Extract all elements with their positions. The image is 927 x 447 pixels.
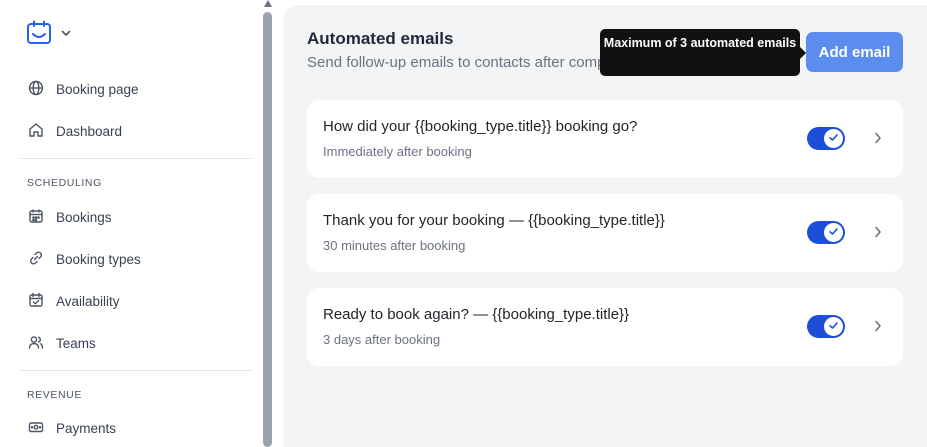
chevron-right-icon[interactable] <box>873 225 883 244</box>
calendar-check-icon <box>28 292 44 311</box>
sidebar-item-teams[interactable]: Teams <box>20 326 252 360</box>
sidebar-item-label: Teams <box>56 335 96 351</box>
email-card[interactable]: How did your {{booking_type.title}} book… <box>307 100 903 178</box>
toggle-knob <box>824 223 843 242</box>
link-icon <box>28 250 44 269</box>
workspace-switcher[interactable] <box>26 20 72 46</box>
sidebar: Booking page Dashboard SCHEDULING Bookin… <box>0 0 262 447</box>
chevron-right-icon[interactable] <box>873 319 883 338</box>
email-enabled-toggle[interactable] <box>807 221 845 244</box>
sidebar-item-availability[interactable]: Availability <box>20 284 252 318</box>
toggle-knob <box>824 129 843 148</box>
sidebar-divider <box>19 158 252 159</box>
sidebar-item-label: Booking types <box>56 251 141 267</box>
email-timing: 30 minutes after booking <box>323 238 466 253</box>
money-icon <box>28 419 44 438</box>
email-timing: Immediately after booking <box>323 144 472 159</box>
sidebar-item-dashboard[interactable]: Dashboard <box>20 114 252 148</box>
max-emails-tooltip: Maximum of 3 automated emails <box>600 29 800 76</box>
automated-emails-panel: Automated emails Send follow-up emails t… <box>283 5 927 447</box>
scroll-thumb[interactable] <box>263 12 272 447</box>
sidebar-item-label: Availability <box>56 293 120 309</box>
add-email-button[interactable]: Add email <box>806 32 903 72</box>
chevron-right-icon[interactable] <box>873 131 883 150</box>
section-label-revenue: REVENUE <box>27 389 82 401</box>
check-icon <box>828 224 839 242</box>
sidebar-item-label: Payments <box>56 420 117 436</box>
email-card[interactable]: Ready to book again? — {{booking_type.ti… <box>307 288 903 366</box>
sidebar-item-bookings[interactable]: Bookings <box>20 200 252 234</box>
email-subject: How did your {{booking_type.title}} book… <box>323 118 638 135</box>
sidebar-item-label: Booking page <box>56 81 139 97</box>
page-title: Automated emails <box>307 29 454 48</box>
calendar-icon <box>28 208 44 227</box>
sidebar-item-label: Bookings <box>56 209 112 225</box>
email-enabled-toggle[interactable] <box>807 127 845 150</box>
email-card[interactable]: Thank you for your booking — {{booking_t… <box>307 194 903 272</box>
sidebar-item-booking-page[interactable]: Booking page <box>20 72 252 106</box>
scroll-up-arrow-icon[interactable] <box>264 0 272 7</box>
check-icon <box>828 130 839 148</box>
sidebar-item-label: Dashboard <box>56 123 123 139</box>
check-icon <box>828 318 839 336</box>
email-subject: Ready to book again? — {{booking_type.ti… <box>323 306 630 323</box>
toggle-knob <box>824 317 843 336</box>
chevron-down-icon <box>60 27 72 39</box>
globe-icon <box>28 80 44 99</box>
sidebar-divider <box>19 370 252 371</box>
email-timing: 3 days after booking <box>323 332 441 347</box>
users-icon <box>28 334 44 353</box>
sidebar-scrollbar[interactable] <box>262 0 274 447</box>
home-icon <box>28 122 44 141</box>
sidebar-item-booking-types[interactable]: Booking types <box>20 242 252 276</box>
email-subject: Thank you for your booking — {{booking_t… <box>323 212 665 229</box>
email-enabled-toggle[interactable] <box>807 315 845 338</box>
section-label-scheduling: SCHEDULING <box>27 177 102 189</box>
sidebar-item-payments[interactable]: Payments <box>20 411 252 445</box>
calendar-logo-icon <box>26 20 52 46</box>
